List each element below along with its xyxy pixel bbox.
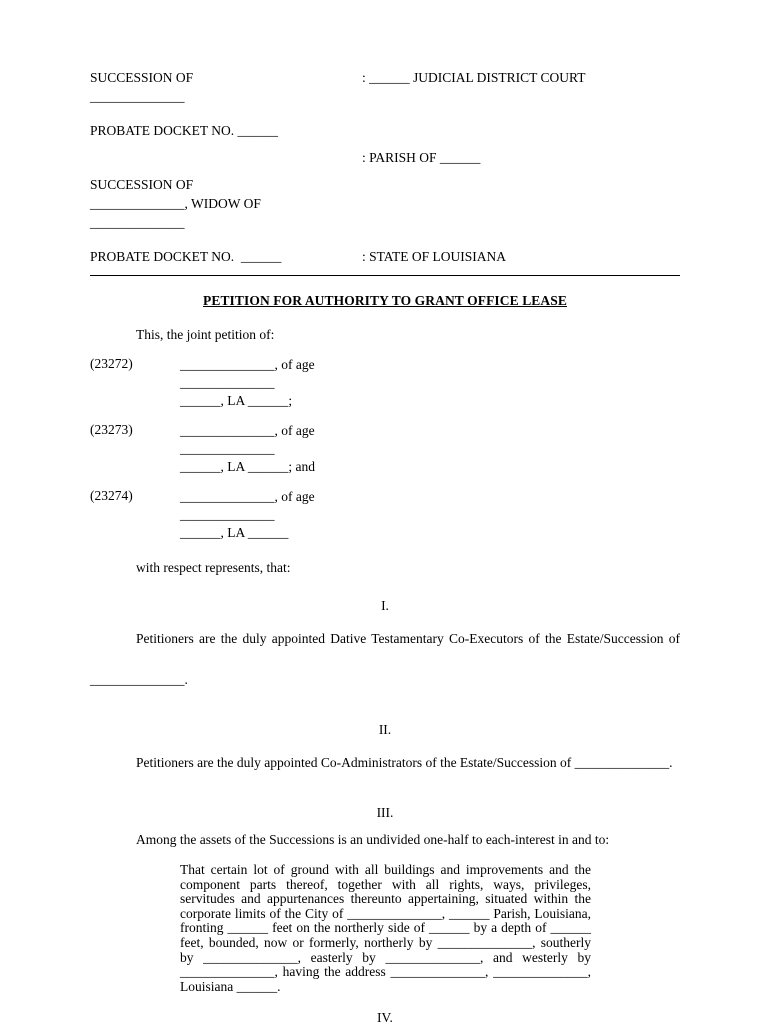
- petitioner-id: (23272): [90, 356, 133, 371]
- petitioner-name-line: ______________, of age: [180, 489, 315, 504]
- petitioner-street-line: ______________: [180, 507, 275, 522]
- petitioner-street-line: ______________: [180, 441, 275, 456]
- case-caption: SUCCESSION OF ______________ : ______ JU…: [90, 68, 680, 266]
- section-numeral-4: IV.: [377, 1010, 393, 1024]
- petitioner-list: (23272) ______________, of age _________…: [90, 356, 680, 542]
- document-content: SUCCESSION OF ______________ : ______ JU…: [90, 68, 680, 1024]
- list-item: (23274) ______________, of age _________…: [90, 488, 680, 542]
- caption-row: SUCCESSION OF ______________, WIDOW OF _…: [90, 175, 680, 232]
- petitioner-city-state-line: ______, LA ______;: [180, 393, 293, 408]
- petitioner-address-block: ______________, of age ______________ __…: [180, 356, 680, 410]
- petitioner-address-block: ______________, of age ______________ __…: [180, 488, 680, 542]
- property-description-block: That certain lot of ground with all buil…: [180, 862, 591, 994]
- petitioner-id: (23274): [90, 488, 133, 503]
- caption-left-probate-docket-no-1: PROBATE DOCKET NO. ______: [90, 123, 279, 138]
- caption-divider-rule: [90, 275, 680, 276]
- petitioner-address-block: ______________, of age ______________ __…: [180, 422, 680, 476]
- section-numeral-3: III.: [376, 805, 394, 820]
- caption-row: : PARISH OF ______: [90, 148, 680, 167]
- petitioner-name-line: ______________, of age: [180, 357, 315, 372]
- section-body-2: Petitioners are the duly appointed Co-Ad…: [136, 755, 673, 770]
- section-numeral-1: I.: [381, 598, 389, 613]
- caption-row: PROBATE DOCKET NO. ______ : STATE OF LOU…: [90, 247, 680, 266]
- petitioner-name-line: ______________, of age: [180, 423, 315, 438]
- section-body-3: Among the assets of the Successions is a…: [136, 832, 610, 847]
- caption-left-succession-of-widow: SUCCESSION OF ______________, WIDOW OF _…: [90, 177, 261, 230]
- petitioner-street-line: ______________: [180, 375, 275, 390]
- caption-right-state-of-louisiana: : STATE OF LOUISIANA: [362, 249, 507, 264]
- intro-line: This, the joint petition of:: [136, 327, 275, 342]
- petitioner-city-state-line: ______, LA ______; and: [180, 459, 315, 474]
- document-page: SUCCESSION OF ______________ : ______ JU…: [0, 0, 770, 1024]
- caption-row: SUCCESSION OF ______________ : ______ JU…: [90, 68, 680, 106]
- caption-row: PROBATE DOCKET NO. ______: [90, 121, 680, 140]
- page-title: PETITION FOR AUTHORITY TO GRANT OFFICE L…: [90, 293, 680, 309]
- petitioner-city-state-line: ______, LA ______: [180, 525, 289, 540]
- caption-right-parish-of: : PARISH OF ______: [362, 150, 481, 165]
- with-respect-line: with respect represents, that:: [136, 560, 291, 575]
- list-item: (23272) ______________, of age _________…: [90, 356, 680, 410]
- caption-right-judicial-district-court: : ______ JUDICIAL DISTRICT COURT: [362, 70, 586, 85]
- page-title-text: PETITION FOR AUTHORITY TO GRANT OFFICE L…: [203, 293, 567, 308]
- petitioner-id: (23273): [90, 422, 133, 437]
- section-body-1: Petitioners are the duly appointed Dativ…: [90, 631, 680, 687]
- section-numeral-2: II.: [378, 722, 392, 737]
- list-item: (23273) ______________, of age _________…: [90, 422, 680, 476]
